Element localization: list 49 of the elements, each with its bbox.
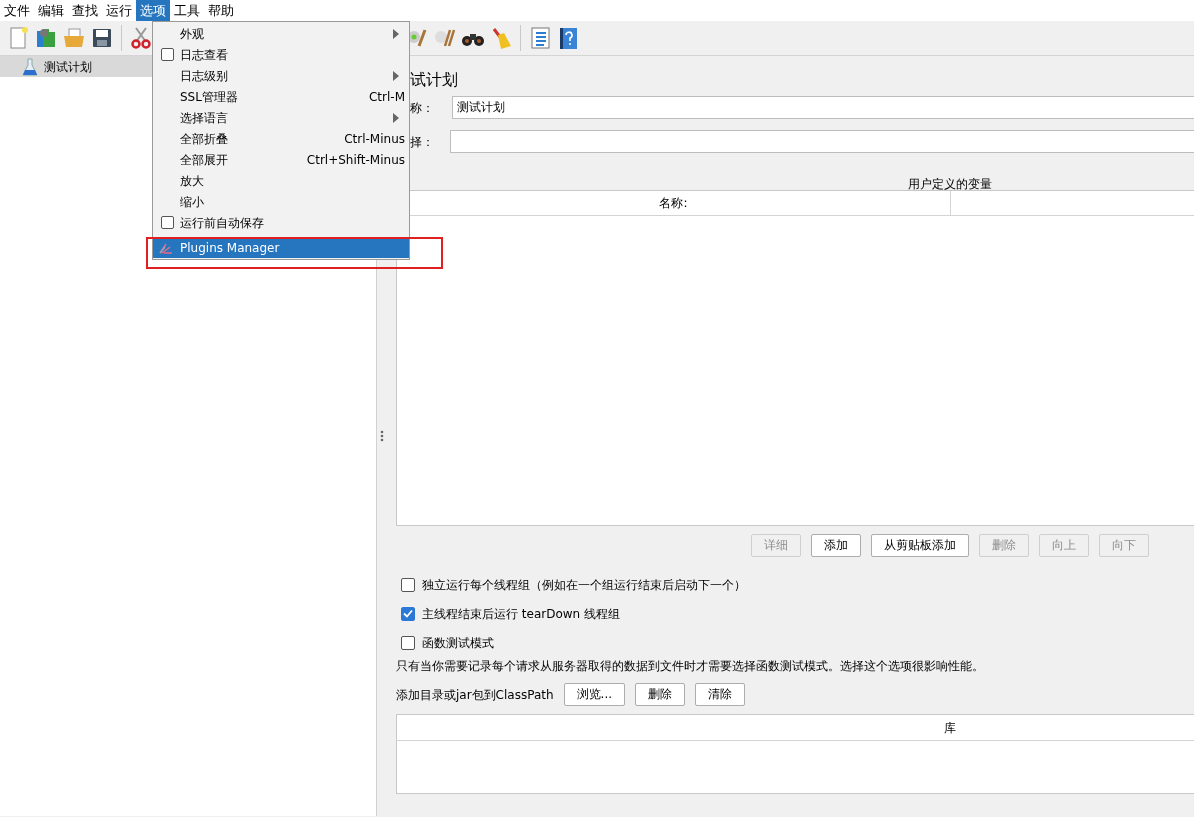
menu-item[interactable]: 工具	[170, 0, 204, 21]
scissors-icon[interactable]	[129, 26, 153, 50]
panel-title: 试计划	[409, 69, 458, 90]
menu-item[interactable]: 帮助	[204, 0, 238, 21]
action-button[interactable]: 浏览...	[563, 683, 625, 706]
plugin-icon	[159, 241, 173, 254]
checkbox[interactable]	[161, 48, 174, 61]
menu-option[interactable]: 运行前自动保存	[153, 212, 409, 233]
checkbox-label: 函数测试模式	[422, 634, 494, 652]
checkbox[interactable]	[401, 606, 415, 621]
menu-item[interactable]: 文件	[0, 0, 34, 21]
submenu-arrow-icon	[393, 28, 399, 39]
books-icon[interactable]	[34, 26, 58, 50]
menu-option[interactable]: 缩小	[153, 191, 409, 212]
menu-option[interactable]: 外观	[153, 23, 409, 44]
splitter-handle[interactable]	[379, 430, 384, 442]
comment-field[interactable]	[450, 130, 1194, 153]
field-label: 称：	[409, 99, 434, 117]
classpath-label: 添加目录或jar包到ClassPath	[396, 686, 554, 704]
menu-option[interactable]: 全部展开 Ctrl+Shift-Minus	[153, 149, 409, 170]
menu-item[interactable]: 编辑	[34, 0, 68, 21]
hint-text: 只有当你需要记录每个请求从服务器取得的数据到文件时才需要选择函数测试模式。选择这个选项很影响性能。	[396, 659, 984, 673]
action-button[interactable]: 添加	[811, 534, 861, 557]
flask-icon	[22, 57, 38, 76]
menu-option[interactable]: 日志级别	[153, 65, 409, 86]
action-button[interactable]: 从剪贴板添加	[871, 534, 969, 557]
menu-option[interactable]: 选择语言	[153, 107, 409, 128]
submenu-arrow-icon	[393, 70, 399, 81]
menu-item[interactable]: 查找	[68, 0, 102, 21]
column-header: 库	[944, 721, 956, 735]
list-icon[interactable]	[528, 26, 552, 50]
action-button[interactable]: 清除	[695, 683, 745, 706]
menu-option[interactable]: 日志查看	[153, 44, 409, 65]
menu-option[interactable]: Plugins Manager	[153, 237, 409, 258]
menu-item[interactable]: 选项	[136, 0, 170, 21]
name-field[interactable]: 测试计划	[452, 96, 1194, 119]
submenu-arrow-icon	[393, 112, 399, 123]
action-button[interactable]: 删除	[635, 683, 685, 706]
table-title: 用户定义的变量	[908, 177, 992, 191]
menu-option[interactable]: 放大	[153, 170, 409, 191]
checkbox[interactable]	[161, 216, 174, 229]
checkbox-label: 独立运行每个线程组（例如在一个组运行结束后启动下一个）	[422, 576, 746, 594]
checkbox-label: 主线程结束后运行 tearDown 线程组	[422, 605, 620, 623]
menu-option[interactable]: 全部折叠 Ctrl-Minus	[153, 128, 409, 149]
menu-option[interactable]: SSL管理器 Ctrl-M	[153, 86, 409, 107]
menu-item[interactable]: 运行	[102, 0, 136, 21]
checkbox[interactable]	[401, 577, 415, 592]
column-header: 名称:	[659, 196, 688, 210]
checkbox[interactable]	[401, 635, 415, 650]
